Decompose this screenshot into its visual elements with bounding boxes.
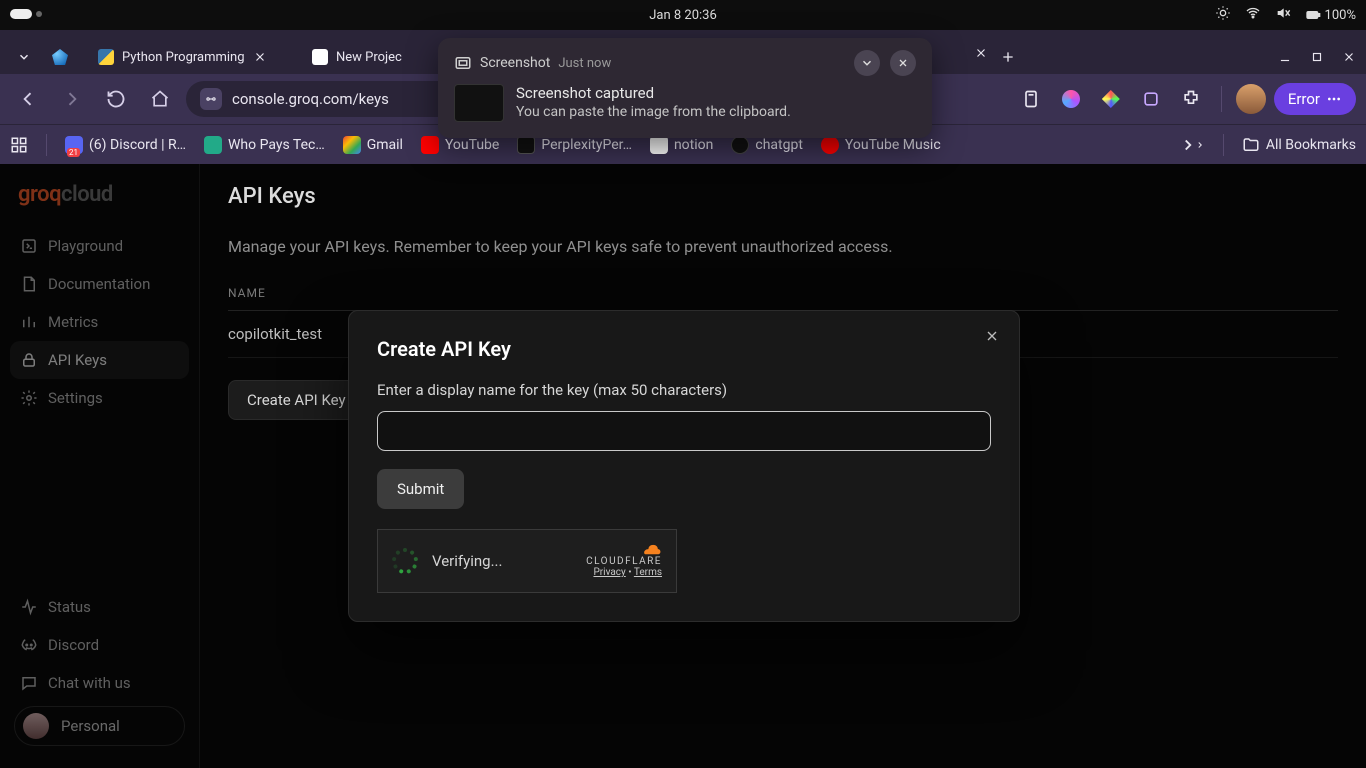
bookmark-label: notion	[674, 137, 713, 153]
extension-icon[interactable]	[1055, 83, 1087, 115]
spinner-icon	[392, 548, 418, 574]
profile-avatar[interactable]	[1236, 84, 1266, 114]
window-maximize-button[interactable]	[1308, 48, 1326, 66]
page-title: API Keys	[228, 184, 1338, 209]
create-api-key-button[interactable]: Create API Key	[228, 380, 365, 420]
bookmark-item[interactable]: chatgpt	[731, 136, 803, 154]
table-header-name: NAME	[228, 286, 1338, 311]
os-datetime[interactable]: Jan 8 20:36	[649, 8, 717, 23]
extension-icon[interactable]	[1135, 83, 1167, 115]
toast-app-name: Screenshot	[480, 55, 550, 71]
screenshot-toast: Screenshot Just now Screenshot captured …	[438, 38, 932, 138]
cloudflare-brand: CLOUDFLARE Privacy • Terms	[586, 544, 662, 578]
toast-expand-button[interactable]	[854, 50, 880, 76]
extension-icon[interactable]	[1015, 83, 1047, 115]
bookmark-item[interactable]: YouTube	[421, 136, 499, 154]
bookmark-label: (6) Discord | R…	[89, 137, 186, 153]
bookmark-item[interactable]: YouTube Music	[821, 136, 941, 154]
extensions-button[interactable]	[1175, 83, 1207, 115]
bookmark-label: PerplexityPer…	[541, 137, 632, 153]
tab-overflow-button[interactable]	[8, 40, 40, 74]
reload-button[interactable]	[98, 81, 134, 117]
site-info-icon[interactable]	[200, 88, 222, 110]
wifi-icon[interactable]	[1245, 5, 1261, 25]
toast-body: You can paste the image from the clipboa…	[516, 104, 791, 120]
pinned-tab[interactable]	[42, 40, 86, 74]
battery-percent: 100%	[1325, 8, 1356, 23]
error-pill[interactable]: Error	[1274, 83, 1356, 115]
battery-indicator[interactable]: 100%	[1305, 7, 1356, 23]
button-label: Create API Key	[247, 391, 346, 409]
new-tab-button[interactable]	[994, 43, 1022, 71]
bookmark-item[interactable]: Who Pays Tec…	[204, 136, 325, 154]
window-minimize-button[interactable]	[1276, 48, 1294, 66]
bookmark-item[interactable]: PerplexityPer…	[517, 136, 632, 154]
tab-label: Python Programming	[122, 50, 245, 65]
submit-button[interactable]: Submit	[377, 469, 464, 509]
bookmark-label: Gmail	[367, 137, 403, 153]
error-label: Error	[1288, 90, 1320, 108]
apps-button[interactable]	[10, 136, 28, 154]
api-key-name-input[interactable]	[377, 411, 991, 451]
modal-title: Create API Key	[377, 337, 991, 361]
toast-close-button[interactable]	[890, 50, 916, 76]
bookmark-label: Who Pays Tec…	[228, 137, 325, 153]
volume-muted-icon[interactable]	[1275, 5, 1291, 25]
tab-label: New Projec	[336, 50, 402, 65]
toast-title: Screenshot captured	[516, 84, 791, 102]
os-menubar: Jan 8 20:36 100%	[0, 0, 1366, 30]
cf-brand-text: CLOUDFLARE	[586, 556, 662, 567]
brightness-icon[interactable]	[1215, 5, 1231, 25]
cf-terms-link[interactable]: Terms	[634, 567, 662, 578]
separator	[46, 134, 47, 156]
modal-input-label: Enter a display name for the key (max 50…	[377, 381, 991, 399]
back-button[interactable]	[10, 81, 46, 117]
tab-python[interactable]: Python Programming	[88, 40, 300, 74]
separator	[1223, 134, 1224, 156]
bookmark-item[interactable]: 21(6) Discord | R…	[65, 136, 186, 154]
toast-when: Just now	[558, 56, 611, 71]
activities-pill[interactable]	[10, 9, 42, 19]
tab-close-icon[interactable]	[974, 45, 988, 64]
bookmark-label: YouTube Music	[845, 137, 941, 153]
bookmark-label: YouTube	[445, 137, 499, 153]
all-bookmarks-label: All Bookmarks	[1266, 137, 1356, 153]
window-close-button[interactable]	[1340, 48, 1358, 66]
cf-privacy-link[interactable]: Privacy	[593, 567, 625, 578]
bookmark-item[interactable]: Gmail	[343, 136, 403, 154]
url-text: console.groq.com/keys	[232, 90, 389, 108]
tab-notion[interactable]: New Projec	[302, 40, 412, 74]
toast-thumbnail[interactable]	[454, 84, 504, 122]
bookmark-label: chatgpt	[755, 137, 803, 153]
extension-icon[interactable]	[1095, 83, 1127, 115]
screenshot-icon	[454, 54, 472, 72]
create-api-key-modal: Create API Key Enter a display name for …	[348, 310, 1020, 622]
toolbar-separator	[1221, 86, 1222, 112]
api-key-name: copilotkit_test	[228, 325, 322, 343]
bookmark-item[interactable]: notion	[650, 136, 713, 154]
tab-close-icon[interactable]	[253, 50, 267, 64]
forward-button[interactable]	[54, 81, 90, 117]
bookmark-overflow-button[interactable]	[1179, 136, 1205, 154]
button-label: Submit	[397, 480, 444, 498]
modal-close-button[interactable]	[981, 325, 1003, 347]
cloudflare-challenge: Verifying... CLOUDFLARE Privacy • Terms	[377, 529, 677, 593]
page-subtitle: Manage your API keys. Remember to keep y…	[228, 237, 1338, 256]
cf-status-text: Verifying...	[432, 552, 502, 570]
all-bookmarks-button[interactable]: All Bookmarks	[1242, 136, 1356, 154]
home-button[interactable]	[142, 81, 178, 117]
